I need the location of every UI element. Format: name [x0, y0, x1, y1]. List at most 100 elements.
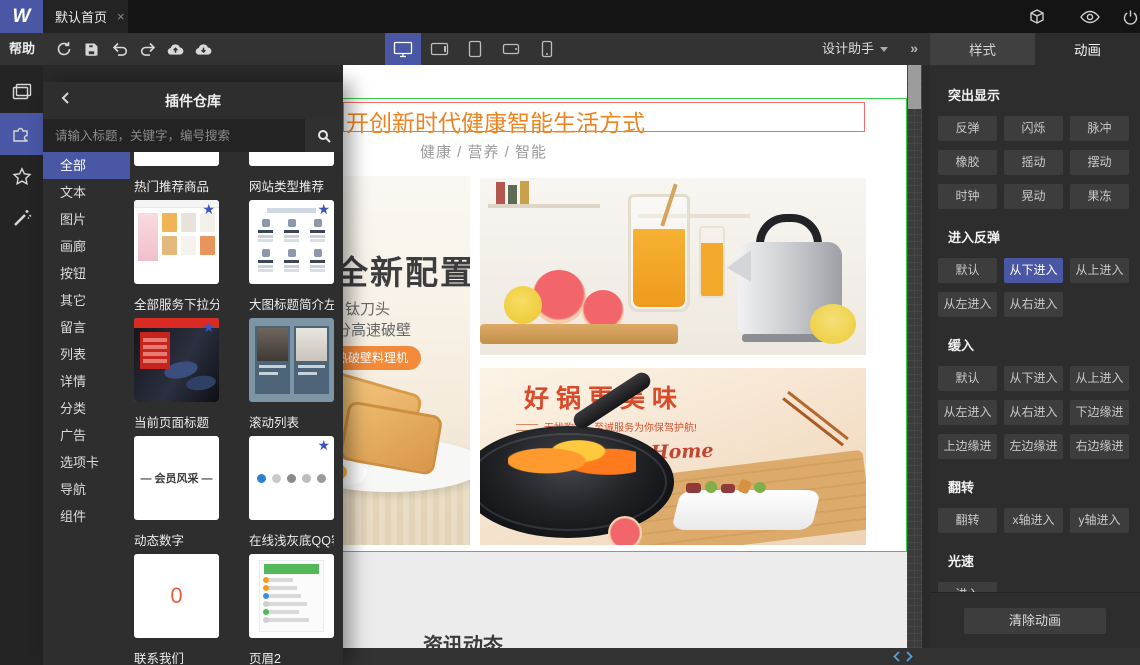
plugin-category[interactable]: 留言	[43, 314, 130, 341]
preview-eye-icon[interactable]	[1080, 7, 1100, 27]
plugin-item-thumb[interactable]: — 会员风采 —	[134, 436, 219, 520]
cloud-download-icon[interactable]	[195, 41, 212, 58]
sidebar-magic-wand-icon[interactable]	[0, 197, 43, 239]
device-phone-portrait-icon[interactable]	[529, 33, 565, 65]
plugin-category[interactable]: 文本	[43, 179, 130, 206]
sidebar-plugins-icon[interactable]	[0, 113, 43, 155]
animation-button[interactable]: 下边缘进	[1070, 400, 1129, 425]
animation-button[interactable]: 从左进入	[938, 400, 997, 425]
plugin-category[interactable]: 分类	[43, 395, 130, 422]
animation-button[interactable]: 从下进入	[1004, 366, 1063, 391]
power-icon[interactable]	[1120, 7, 1140, 27]
plugin-item-thumb[interactable]: 0	[134, 554, 219, 638]
animation-button[interactable]: 时钟	[938, 184, 997, 209]
animation-button[interactable]: 从下进入	[1004, 258, 1063, 283]
plugin-category[interactable]: 导航	[43, 476, 130, 503]
design-assistant-dropdown[interactable]: 设计助手	[822, 33, 888, 65]
code-view-icon[interactable]	[892, 650, 914, 663]
help-button[interactable]: 帮助	[9, 33, 35, 65]
left-banner-image[interactable]: 全新配置 钛刀头 分高速破壁 热破壁料理机	[343, 176, 470, 545]
refresh-icon[interactable]	[55, 41, 72, 58]
plugin-item[interactable]: 滚动列表 ★	[249, 416, 334, 520]
plugin-item-thumb-partial[interactable]	[134, 152, 219, 166]
animation-button[interactable]: 晃动	[1004, 184, 1063, 209]
search-icon[interactable]	[305, 119, 343, 152]
plugin-item[interactable]: 全部服务下拉分类带... ★	[134, 298, 219, 402]
sidebar-favorites-icon[interactable]	[0, 155, 43, 197]
plugin-item[interactable]: 动态数字 0	[134, 534, 219, 638]
animation-button[interactable]: 进入	[938, 582, 997, 592]
app-logo[interactable]: W	[0, 0, 43, 33]
plugin-category[interactable]: 图片	[43, 206, 130, 233]
redo-icon[interactable]	[139, 41, 156, 58]
plugin-item[interactable]: 网站类型推荐 ★	[249, 180, 334, 284]
animation-button[interactable]: 闪烁	[1004, 116, 1063, 141]
save-icon[interactable]	[83, 41, 100, 58]
plugin-item-thumb[interactable]: ★	[249, 436, 334, 520]
collapse-panel-button[interactable]: »	[910, 33, 918, 65]
plugin-item[interactable]: 联系我们	[134, 652, 219, 665]
tab-animation[interactable]: 动画	[1035, 33, 1140, 65]
plugin-item[interactable]: 大图标题简介左右切...	[249, 298, 334, 402]
canvas-vertical-scrollbar[interactable]	[907, 65, 922, 648]
plugin-item-thumb[interactable]: ★	[249, 200, 334, 284]
plugin-item-thumb[interactable]	[249, 318, 334, 402]
animation-button[interactable]: 脉冲	[1070, 116, 1129, 141]
sidebar-pages-icon[interactable]	[0, 71, 43, 113]
scrollbar-thumb[interactable]	[908, 65, 921, 109]
plugin-category[interactable]: 详情	[43, 368, 130, 395]
animation-button[interactable]: 上边缘进	[938, 434, 997, 459]
animation-button[interactable]: 默认	[938, 258, 997, 283]
plugin-category[interactable]: 组件	[43, 503, 130, 530]
animation-button[interactable]: 反弹	[938, 116, 997, 141]
hero-subtitle[interactable]: 健康 / 营养 / 智能	[420, 141, 547, 162]
animation-button[interactable]: x轴进入	[1004, 508, 1063, 533]
animation-button[interactable]: 右边缘进	[1070, 434, 1129, 459]
plugin-item[interactable]: 热门推荐商品 ★	[134, 180, 219, 284]
page-tab[interactable]: 默认首页 ×	[43, 0, 128, 33]
wok-banner-image[interactable]: 好锅更美味 无忧购物，至诚服务为你保驾护航! Warm Home	[480, 368, 866, 545]
device-desktop-icon[interactable]	[385, 33, 421, 65]
animation-button[interactable]: 从左进入	[938, 292, 997, 317]
plugin-category[interactable]: 画廊	[43, 233, 130, 260]
animation-button[interactable]: 摆动	[1070, 150, 1129, 175]
animation-button[interactable]: 摇动	[1004, 150, 1063, 175]
components-cube-icon[interactable]	[1027, 7, 1047, 27]
editor-canvas[interactable]: 开创新时代健康智能生活方式 健康 / 营养 / 智能 全新配置 钛刀头 分高速破…	[343, 65, 907, 648]
device-tablet-portrait-icon[interactable]	[457, 33, 493, 65]
animation-button[interactable]: 默认	[938, 366, 997, 391]
plugin-category[interactable]: 选项卡	[43, 449, 130, 476]
device-phone-landscape-icon[interactable]	[493, 33, 529, 65]
plugin-item[interactable]: 当前页面标题 — 会员风采 —	[134, 416, 219, 520]
plugin-category[interactable]: 按钮	[43, 260, 130, 287]
hero-title-block[interactable]: 开创新时代健康智能生活方式	[343, 102, 865, 136]
tab-close-icon[interactable]: ×	[117, 9, 125, 24]
plugin-category[interactable]: 其它	[43, 287, 130, 314]
plugin-item-thumb[interactable]: ★	[134, 318, 219, 402]
animation-button[interactable]: 从上进入	[1070, 258, 1129, 283]
plugin-item[interactable]: 在线浅灰底QQ客服	[249, 534, 334, 638]
plugin-category[interactable]: 广告	[43, 422, 130, 449]
plugin-item-thumb[interactable]	[249, 554, 334, 638]
plugin-category[interactable]: 列表	[43, 341, 130, 368]
plugin-category[interactable]: 全部	[43, 152, 130, 179]
plugin-search-input[interactable]	[43, 119, 305, 152]
animation-button[interactable]: 从右进入	[1004, 400, 1063, 425]
animation-button[interactable]: 左边缘进	[1004, 434, 1063, 459]
animation-button[interactable]: 从上进入	[1070, 366, 1129, 391]
device-tablet-landscape-icon[interactable]	[421, 33, 457, 65]
animation-button[interactable]: y轴进入	[1070, 508, 1129, 533]
back-chevron-icon[interactable]	[59, 91, 77, 109]
kettle-banner-image[interactable]	[480, 178, 866, 355]
animation-button[interactable]: 橡胶	[938, 150, 997, 175]
undo-icon[interactable]	[111, 41, 128, 58]
plugin-item-thumb[interactable]: ★	[134, 200, 219, 284]
cloud-upload-icon[interactable]	[167, 41, 184, 58]
tab-style[interactable]: 样式	[930, 33, 1035, 65]
animation-button[interactable]: 翻转	[938, 508, 997, 533]
animation-button[interactable]: 从右进入	[1004, 292, 1063, 317]
plugin-item-thumb-partial[interactable]	[249, 152, 334, 166]
news-section-title[interactable]: 资讯动态	[423, 629, 503, 648]
animation-button[interactable]: 果冻	[1070, 184, 1129, 209]
clear-animation-button[interactable]: 清除动画	[964, 607, 1106, 634]
